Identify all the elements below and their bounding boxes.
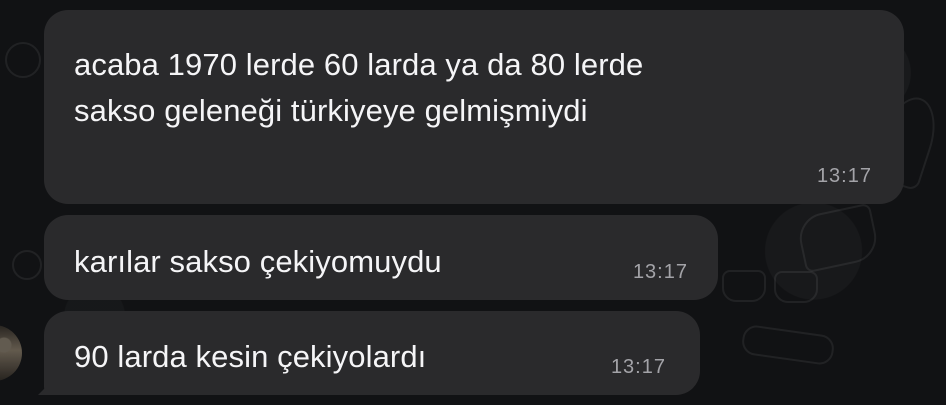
message-time: 13:17	[632, 261, 688, 283]
message-bubble[interactable]: acaba 1970 lerde 60 larda ya da 80 lerde…	[44, 10, 904, 204]
message-time: 13:17	[816, 165, 872, 187]
message-text: acaba 1970 lerde 60 larda ya da 80 lerde…	[74, 47, 644, 128]
message-bubble[interactable]: karılar sakso çekiyomuydu 13:17	[44, 215, 718, 300]
message-text: karılar sakso çekiyomuydu	[74, 244, 442, 279]
message-bubble[interactable]: 90 larda kesin çekiyolardı 13:17	[44, 311, 700, 395]
message-text: 90 larda kesin çekiyolardı	[74, 339, 427, 374]
message-time: 13:17	[610, 356, 666, 378]
